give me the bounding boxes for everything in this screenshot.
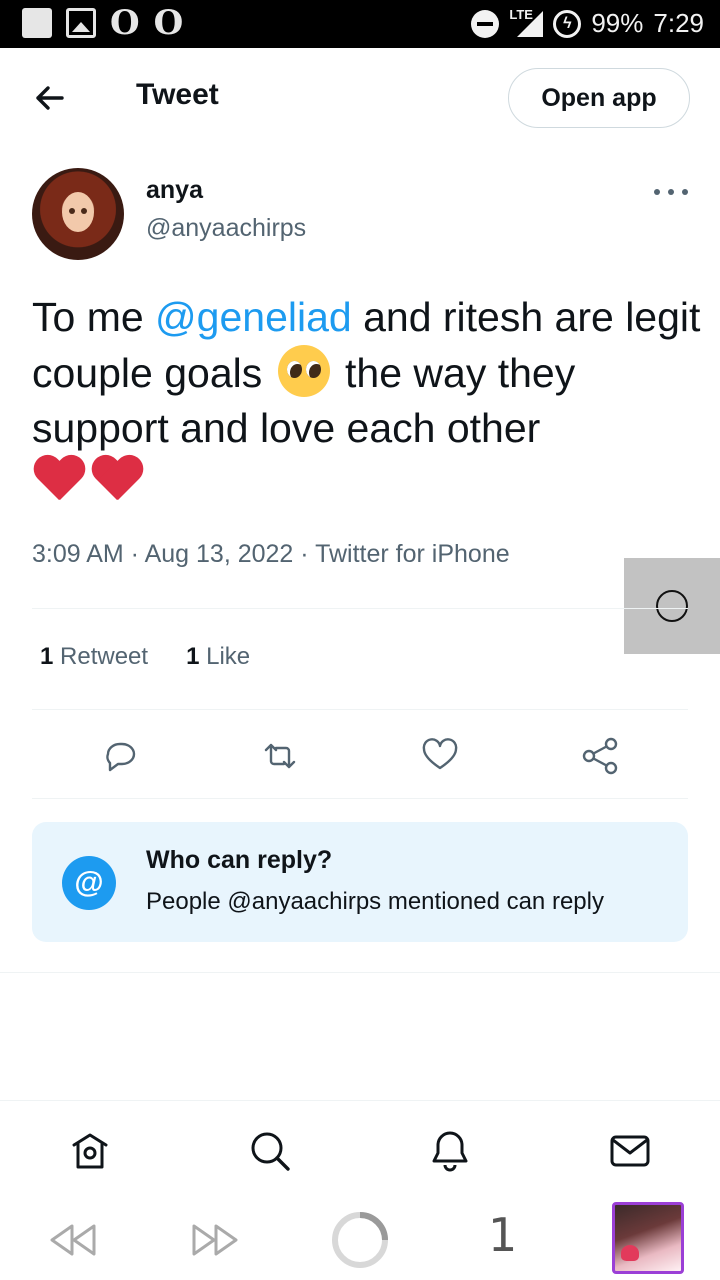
loading-ring-icon: [332, 1212, 388, 1268]
rewind-icon: [50, 1224, 96, 1256]
meta-separator: ·: [293, 540, 316, 568]
tweet-source[interactable]: Twitter for iPhone: [315, 540, 510, 568]
browser-toolbar: 1: [0, 1200, 720, 1280]
pleading-face-emoji-icon: [277, 345, 330, 397]
avatar[interactable]: [32, 168, 124, 260]
retweet-icon: [264, 743, 296, 769]
tweet-time[interactable]: 3:09 AM: [32, 540, 124, 568]
author-name[interactable]: anya: [146, 176, 203, 205]
tweet-actions: [0, 734, 720, 778]
browser-profile-avatar[interactable]: [612, 1202, 684, 1274]
who-can-reply-card: @ Who can reply? People @anyaachirps men…: [32, 822, 688, 942]
red-heart-emoji-icon: [32, 456, 86, 506]
bell-icon: [432, 1131, 468, 1172]
circle-icon: [656, 590, 688, 622]
lte-signal-icon: LTE: [509, 7, 544, 39]
system-indicators: LTE ϟ 99% 7:29: [471, 7, 704, 39]
likes-label: Like: [206, 643, 251, 670]
likes-stat[interactable]: 1 Like: [186, 643, 250, 671]
fast-forward-icon: [192, 1224, 238, 1256]
back-button[interactable]: [30, 78, 70, 118]
who-can-reply-title: Who can reply?: [146, 846, 333, 874]
share-icon: [582, 737, 618, 775]
clock: 7:29: [653, 8, 704, 38]
bottom-navigation: [0, 1100, 720, 1200]
tweet-text: To me @geneliad and ritesh are legit cou…: [32, 290, 702, 514]
open-app-button[interactable]: Open app: [508, 68, 690, 128]
nav-messages[interactable]: [606, 1127, 654, 1175]
retweet-button[interactable]: [258, 734, 302, 778]
tweet-text-part: To me: [32, 294, 156, 340]
browser-forward-button[interactable]: [188, 1212, 244, 1273]
page-title: Tweet: [136, 78, 219, 111]
at-sign-icon: @: [62, 856, 116, 910]
divider: [32, 798, 688, 799]
home-icon: [72, 1133, 108, 1169]
mention-link[interactable]: @geneliad: [155, 294, 352, 340]
heart-sticker-icon: [621, 1245, 639, 1261]
browser-back-button[interactable]: [44, 1212, 100, 1273]
search-icon: [251, 1132, 290, 1171]
nav-search[interactable]: [246, 1127, 294, 1175]
retweets-count: 1: [40, 643, 54, 670]
more-dot-icon: [668, 189, 674, 195]
image-notification-icon: [66, 8, 96, 38]
battery-percent: 99%: [591, 8, 644, 38]
red-heart-emoji-icon: [90, 456, 144, 506]
tweet-date[interactable]: Aug 13, 2022: [145, 540, 294, 568]
retweets-stat[interactable]: 1 Retweet: [40, 643, 148, 671]
tweet-meta: 3:09 AM · Aug 13, 2022 · Twitter for iPh…: [32, 540, 510, 569]
more-dot-icon: [654, 189, 660, 195]
reply-button[interactable]: [98, 734, 142, 778]
divider: [32, 608, 688, 609]
envelope-icon: [610, 1135, 650, 1167]
nav-notifications[interactable]: [426, 1127, 474, 1175]
divider: [32, 709, 688, 710]
more-options-button[interactable]: [654, 186, 688, 198]
notification-o-icon: O: [110, 3, 140, 43]
retweets-label: Retweet: [60, 643, 149, 670]
browser-reload-button[interactable]: [330, 1210, 390, 1275]
heart-icon: [422, 738, 458, 770]
more-dot-icon: [682, 189, 688, 195]
notification-icons: O O: [22, 3, 184, 43]
tab-count-button[interactable]: 1: [488, 1208, 517, 1262]
meta-separator: ·: [123, 540, 145, 568]
reply-icon: [106, 742, 136, 772]
status-bar: O O LTE ϟ 99% 7:29: [0, 0, 720, 48]
battery-charging-icon: ϟ: [553, 9, 582, 38]
notification-square-icon: [22, 8, 52, 38]
like-button[interactable]: [418, 734, 462, 778]
who-can-reply-subtitle: People @anyaachirps mentioned can reply: [146, 888, 604, 915]
top-bar: Tweet Open app: [0, 48, 720, 148]
tweet-stats: 1 Retweet 1 Like: [40, 643, 250, 671]
screen-overlay-handle[interactable]: [624, 558, 720, 654]
nav-home[interactable]: [66, 1127, 114, 1175]
divider: [0, 972, 720, 973]
notification-o-icon: O: [153, 3, 184, 43]
arrow-left-icon: [36, 86, 64, 110]
likes-count: 1: [186, 643, 200, 670]
do-not-disturb-icon: [471, 9, 500, 38]
share-button[interactable]: [578, 734, 622, 778]
author-handle[interactable]: @anyaachirps: [146, 214, 306, 243]
